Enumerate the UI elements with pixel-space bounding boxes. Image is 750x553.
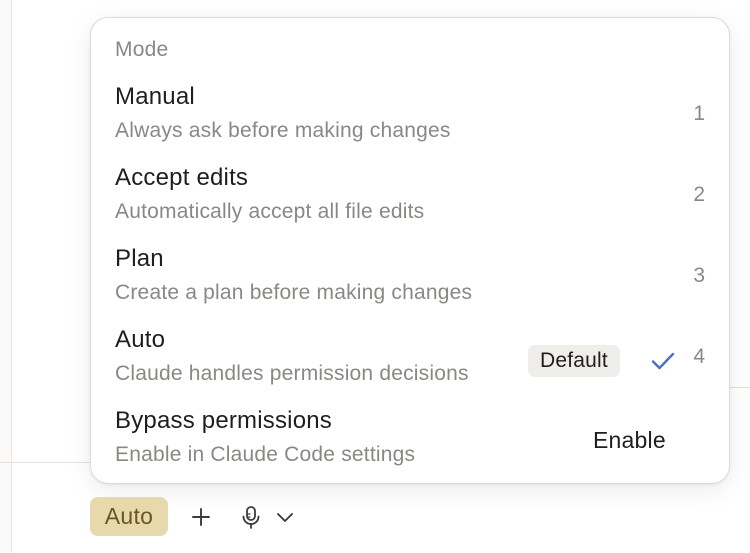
mode-menu: Mode Manual Always ask before making cha…: [90, 17, 730, 484]
item-title: Manual: [115, 83, 195, 110]
shortcut-key: 1: [693, 102, 705, 125]
item-title: Plan: [115, 245, 164, 272]
item-title: Auto: [115, 326, 166, 353]
item-title: Bypass permissions: [115, 407, 333, 434]
page: Mode Manual Always ask before making cha…: [0, 0, 750, 553]
checkmark-icon: [651, 352, 675, 370]
menu-item-accept-edits[interactable]: Accept edits Automatically accept all fi…: [91, 164, 729, 245]
menu-item-auto[interactable]: Auto Claude handles permission decisions…: [91, 326, 729, 407]
menu-item-manual[interactable]: Manual Always ask before making changes …: [91, 83, 729, 164]
background-panel: [0, 0, 12, 553]
plus-icon[interactable]: [188, 504, 214, 530]
microphone-icon[interactable]: [240, 505, 262, 529]
item-title: Accept edits: [115, 164, 249, 191]
shortcut-key: 3: [693, 264, 705, 287]
menu-item-plan[interactable]: Plan Create a plan before making changes…: [91, 245, 729, 326]
default-badge: Default: [528, 345, 620, 377]
enable-button[interactable]: Enable: [593, 427, 666, 454]
item-description: Claude handles permission decisions: [115, 362, 469, 385]
item-description: Create a plan before making changes: [115, 281, 473, 304]
item-description: Always ask before making changes: [115, 119, 451, 142]
shortcut-key: 4: [693, 345, 705, 368]
item-description: Automatically accept all file edits: [115, 200, 425, 223]
shortcut-key: 2: [693, 183, 705, 206]
divider: [730, 387, 750, 388]
menu-item-bypass-permissions: Bypass permissions Enable in Claude Code…: [91, 407, 729, 488]
divider: [0, 462, 90, 463]
item-description: Enable in Claude Code settings: [115, 443, 416, 466]
chevron-down-icon[interactable]: [274, 507, 296, 527]
menu-heading: Mode: [115, 38, 169, 61]
mode-chip-button[interactable]: Auto: [90, 497, 168, 536]
